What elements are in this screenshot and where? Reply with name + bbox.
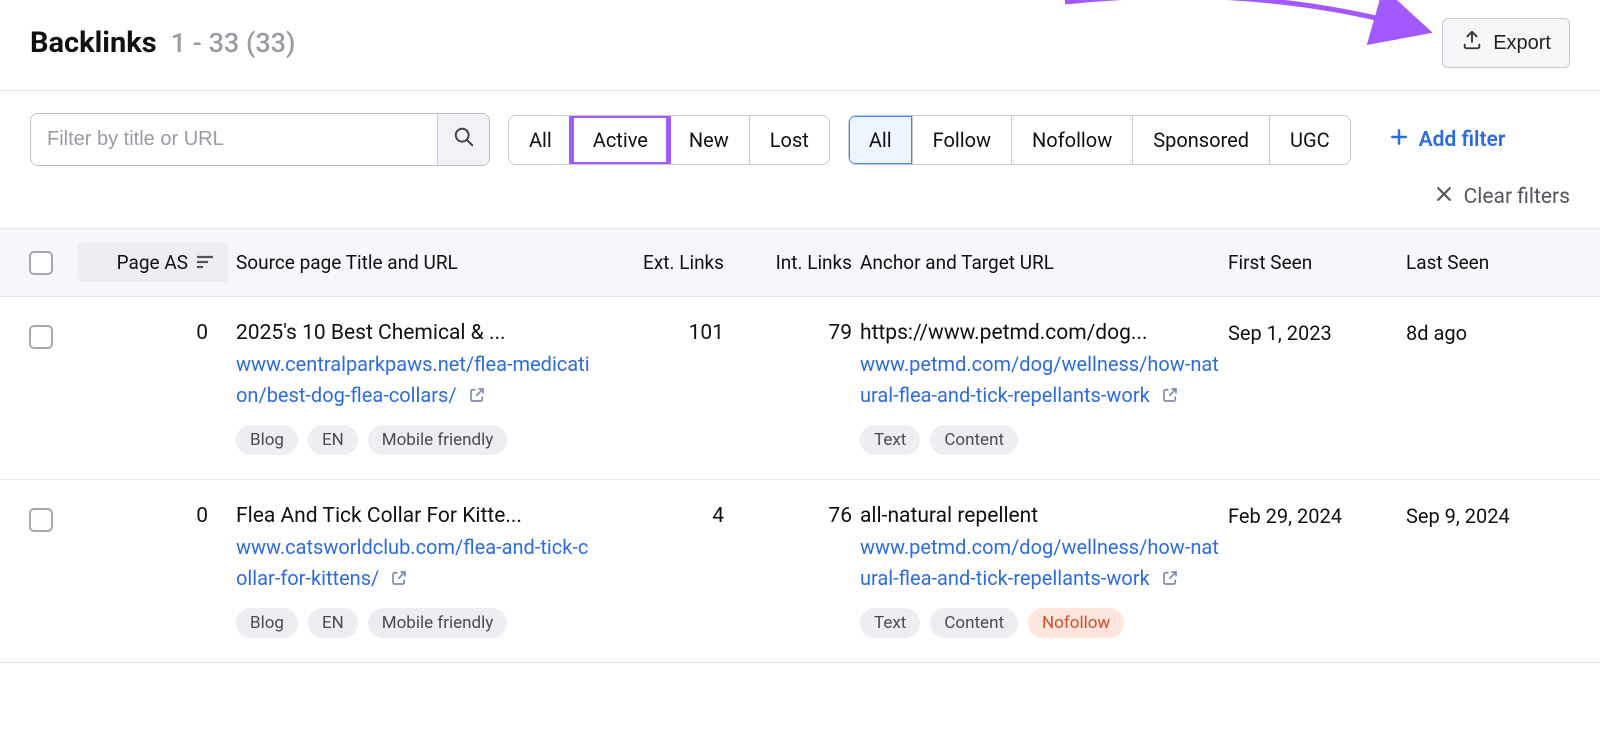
col-page-as[interactable]: Page AS <box>78 243 228 282</box>
export-icon <box>1461 29 1483 57</box>
external-link-icon <box>390 566 408 590</box>
cell-page-as: 0 <box>78 321 228 345</box>
cell-anchor: all-natural repellent www.petmd.com/dog/… <box>860 504 1220 638</box>
source-url-link[interactable]: www.centralparkpaws.net/flea-medication/… <box>236 352 590 407</box>
search-icon <box>453 126 475 153</box>
add-filter-button[interactable]: Add filter <box>1389 127 1506 153</box>
status-filter-active[interactable]: Active <box>572 116 668 164</box>
page-title: Backlinks <box>30 26 157 60</box>
type-filter-follow[interactable]: Follow <box>912 116 1011 164</box>
tag: EN <box>308 425 358 455</box>
cell-source: 2025's 10 Best Chemical & ... www.centra… <box>236 321 596 455</box>
export-label: Export <box>1493 32 1551 55</box>
annotation-arrow <box>1055 0 1435 52</box>
row-checkbox[interactable] <box>29 325 53 349</box>
search-input[interactable] <box>31 114 437 165</box>
filters-row: All Active New Lost All Follow Nofollow … <box>0 91 1600 178</box>
clear-filters-row: Clear filters <box>0 178 1600 228</box>
search-button[interactable] <box>437 114 489 165</box>
tag: Content <box>930 608 1018 638</box>
anchor-tags: Text Content Nofollow <box>860 608 1220 638</box>
table-row: 0 Flea And Tick Collar For Kitte... www.… <box>0 480 1600 663</box>
external-link-icon <box>1161 383 1179 407</box>
anchor-text: all-natural repellent <box>860 504 1220 528</box>
status-filter-new[interactable]: New <box>668 116 749 164</box>
cell-int-links: 79 <box>732 321 852 345</box>
sort-icon <box>196 251 214 274</box>
source-title: Flea And Tick Collar For Kitte... <box>236 504 596 528</box>
cell-page-as: 0 <box>78 504 228 528</box>
clear-filters-label: Clear filters <box>1464 185 1570 209</box>
plus-icon <box>1389 127 1409 153</box>
source-url-link[interactable]: www.catsworldclub.com/flea-and-tick-coll… <box>236 535 588 590</box>
status-filter-all[interactable]: All <box>509 116 572 164</box>
row-checkbox[interactable] <box>29 508 53 532</box>
clear-filters-button[interactable]: Clear filters <box>1434 184 1570 210</box>
col-last-seen[interactable]: Last Seen <box>1406 251 1576 274</box>
tag: EN <box>308 608 358 638</box>
target-url-link[interactable]: www.petmd.com/dog/wellness/how-natural-f… <box>860 535 1219 590</box>
tag: Mobile friendly <box>368 608 508 638</box>
add-filter-label: Add filter <box>1419 128 1506 152</box>
col-first-seen[interactable]: First Seen <box>1228 251 1398 274</box>
tag-nofollow: Nofollow <box>1028 608 1124 638</box>
backlinks-table: Page AS Source page Title and URL Ext. L… <box>0 228 1600 663</box>
table-header: Page AS Source page Title and URL Ext. L… <box>0 228 1600 297</box>
select-all-checkbox[interactable] <box>29 251 53 275</box>
source-tags: Blog EN Mobile friendly <box>236 608 596 638</box>
cell-last-seen: 8d ago <box>1406 321 1576 345</box>
cell-first-seen: Sep 1, 2023 <box>1228 321 1398 345</box>
status-filter-group: All Active New Lost <box>508 115 830 165</box>
status-filter-lost[interactable]: Lost <box>749 116 829 164</box>
cell-anchor: https://www.petmd.com/dog... www.petmd.c… <box>860 321 1220 455</box>
cell-source: Flea And Tick Collar For Kitte... www.ca… <box>236 504 596 638</box>
anchor-text: https://www.petmd.com/dog... <box>860 321 1220 345</box>
col-anchor[interactable]: Anchor and Target URL <box>860 251 1220 274</box>
external-link-icon <box>468 383 486 407</box>
col-page-as-label: Page AS <box>117 251 188 274</box>
tag: Blog <box>236 425 298 455</box>
search-wrap <box>30 113 490 166</box>
export-button[interactable]: Export <box>1442 18 1570 68</box>
tag: Mobile friendly <box>368 425 508 455</box>
cell-first-seen: Feb 29, 2024 <box>1228 504 1398 528</box>
page-header: Backlinks 1 - 33 (33) Export <box>0 0 1600 91</box>
cell-ext-links: 101 <box>604 321 724 345</box>
type-filter-nofollow[interactable]: Nofollow <box>1011 116 1132 164</box>
table-row: 0 2025's 10 Best Chemical & ... www.cent… <box>0 297 1600 480</box>
header-left: Backlinks 1 - 33 (33) <box>30 26 295 60</box>
cell-last-seen: Sep 9, 2024 <box>1406 504 1576 528</box>
type-filter-sponsored[interactable]: Sponsored <box>1132 116 1269 164</box>
type-filter-group: All Follow Nofollow Sponsored UGC <box>848 115 1351 165</box>
target-url-link[interactable]: www.petmd.com/dog/wellness/how-natural-f… <box>860 352 1219 407</box>
close-icon <box>1434 184 1454 210</box>
cell-ext-links: 4 <box>604 504 724 528</box>
anchor-tags: Text Content <box>860 425 1220 455</box>
external-link-icon <box>1161 566 1179 590</box>
col-int-links[interactable]: Int. Links <box>732 251 852 274</box>
col-source[interactable]: Source page Title and URL <box>236 251 596 274</box>
col-ext-links[interactable]: Ext. Links <box>604 251 724 274</box>
tag: Text <box>860 608 920 638</box>
page-count: 1 - 33 (33) <box>171 27 296 59</box>
type-filter-all[interactable]: All <box>849 116 912 164</box>
tag: Content <box>930 425 1018 455</box>
tag: Text <box>860 425 920 455</box>
tag: Blog <box>236 608 298 638</box>
cell-int-links: 76 <box>732 504 852 528</box>
source-title: 2025's 10 Best Chemical & ... <box>236 321 596 345</box>
type-filter-ugc[interactable]: UGC <box>1269 116 1350 164</box>
source-tags: Blog EN Mobile friendly <box>236 425 596 455</box>
